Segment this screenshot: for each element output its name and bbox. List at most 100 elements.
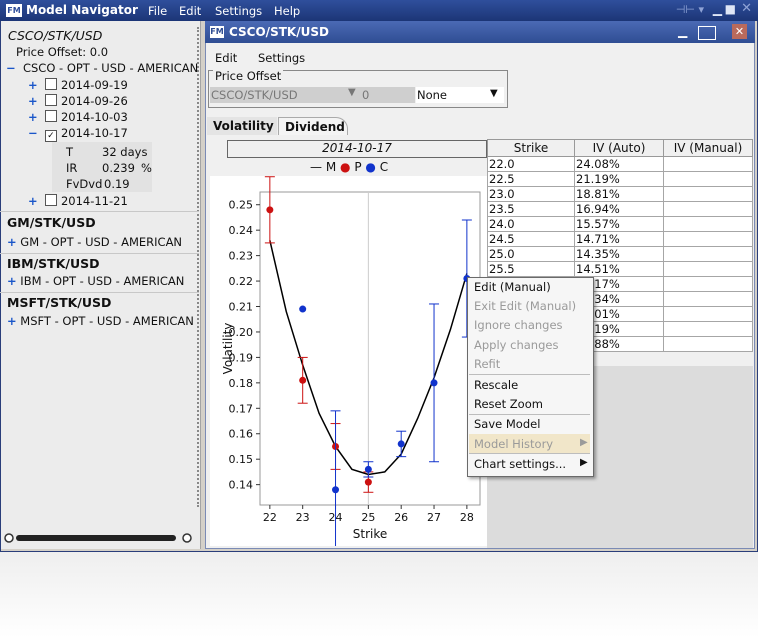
maximize-icon[interactable]: ■ bbox=[725, 2, 736, 16]
inner-menu-edit[interactable]: Edit bbox=[215, 51, 237, 65]
cell-strike[interactable]: 23.0 bbox=[487, 186, 575, 202]
volatility-chart[interactable]: 0.140.150.160.170.180.190.200.210.220.23… bbox=[210, 176, 488, 546]
menu-item-rescale[interactable]: Rescale bbox=[474, 378, 518, 392]
cell-iv-manual[interactable] bbox=[663, 306, 753, 322]
menu-settings[interactable]: Settings bbox=[215, 4, 262, 18]
expiry-row-selected[interactable]: − ✓ 2014-10-17 bbox=[0, 126, 227, 142]
data-point-c[interactable] bbox=[397, 440, 405, 448]
cell-iv-auto[interactable]: 18.81% bbox=[574, 186, 664, 202]
tab-dividend[interactable]: Dividend bbox=[278, 117, 348, 135]
close-icon[interactable]: ✕ bbox=[732, 24, 747, 39]
cell-iv-auto[interactable]: 16.94% bbox=[574, 201, 664, 217]
cell-strike[interactable]: 22.0 bbox=[487, 156, 575, 172]
close-icon[interactable]: ✕ bbox=[741, 1, 752, 16]
data-point-p[interactable] bbox=[266, 206, 274, 214]
group-title-gm[interactable]: GM/STK/USD bbox=[0, 215, 206, 231]
cell-iv-auto[interactable]: 14.51% bbox=[574, 261, 664, 277]
cell-strike[interactable]: 24.5 bbox=[487, 231, 575, 247]
cell-iv-auto[interactable]: 15.57% bbox=[574, 216, 664, 232]
menu-item-edit-manual[interactable]: Edit (Manual) bbox=[474, 280, 551, 294]
dropdown-arrow-icon[interactable]: ▼ bbox=[490, 88, 498, 99]
cell-strike[interactable]: 25.5 bbox=[487, 261, 575, 277]
table-row[interactable]: 25.5 14.51% bbox=[487, 261, 753, 277]
maximize-icon[interactable] bbox=[698, 26, 716, 40]
cell-iv-manual[interactable] bbox=[663, 231, 753, 247]
cell-iv-manual[interactable] bbox=[663, 336, 753, 352]
none-select[interactable]: None ▼ bbox=[416, 87, 504, 103]
collapse-icon[interactable]: − bbox=[28, 126, 38, 140]
data-point-p[interactable] bbox=[299, 376, 307, 384]
expand-icon[interactable]: + bbox=[7, 314, 17, 328]
horizontal-scrollbar[interactable] bbox=[4, 533, 192, 543]
model-row-gm[interactable]: + GM - OPT - USD - AMERICAN bbox=[0, 235, 206, 251]
pin-icon[interactable]: ⊣⊢ ▾ bbox=[676, 3, 704, 16]
cell-iv-manual[interactable] bbox=[663, 321, 753, 337]
cell-iv-auto[interactable]: 14.35% bbox=[574, 246, 664, 262]
expand-icon[interactable]: + bbox=[28, 194, 38, 208]
expand-icon[interactable]: + bbox=[28, 78, 38, 92]
data-point-c[interactable] bbox=[430, 379, 438, 387]
expand-icon[interactable]: + bbox=[28, 110, 38, 124]
table-row[interactable]: 22.5 21.19% bbox=[487, 171, 753, 187]
cell-iv-manual[interactable] bbox=[663, 186, 753, 202]
table-row[interactable]: 25.0 14.35% bbox=[487, 246, 753, 262]
cell-strike[interactable]: 22.5 bbox=[487, 171, 575, 187]
expiry-checkbox[interactable] bbox=[44, 110, 57, 122]
cell-iv-manual[interactable] bbox=[663, 156, 753, 172]
cell-iv-auto[interactable]: 24.08% bbox=[574, 156, 664, 172]
data-point-c[interactable] bbox=[364, 465, 372, 473]
cell-iv-manual[interactable] bbox=[663, 216, 753, 232]
scroll-right-icon[interactable] bbox=[182, 533, 192, 543]
expiry-row[interactable]: + 2014-11-21 bbox=[0, 194, 227, 210]
col-strike[interactable]: Strike bbox=[487, 139, 575, 157]
menu-item-exit-edit[interactable]: Exit Edit (Manual) bbox=[474, 299, 576, 313]
menu-item-refit[interactable]: Refit bbox=[474, 357, 500, 371]
cell-iv-manual[interactable] bbox=[663, 261, 753, 277]
expiry-row[interactable]: + 2014-09-26 bbox=[0, 94, 227, 110]
expiry-checkbox[interactable] bbox=[44, 78, 57, 90]
table-row[interactable]: 24.0 15.57% bbox=[487, 216, 753, 232]
scroll-thumb[interactable] bbox=[16, 535, 176, 541]
model-row-msft[interactable]: + MSFT - OPT - USD - AMERICAN bbox=[0, 314, 206, 330]
col-iv-manual[interactable]: IV (Manual) bbox=[663, 139, 753, 157]
expand-icon[interactable]: + bbox=[7, 235, 17, 249]
group-title-msft[interactable]: MSFT/STK/USD bbox=[0, 295, 206, 311]
menu-item-ignore-changes[interactable]: Ignore changes bbox=[474, 318, 563, 332]
table-row[interactable]: 22.0 24.08% bbox=[487, 156, 753, 172]
expand-icon[interactable]: + bbox=[28, 94, 38, 108]
model-row-csco[interactable]: − CSCO - OPT - USD - AMERICAN bbox=[0, 61, 205, 77]
cell-iv-manual[interactable] bbox=[663, 171, 753, 187]
menu-edit[interactable]: Edit bbox=[179, 4, 201, 18]
model-row-ibm[interactable]: + IBM - OPT - USD - AMERICAN bbox=[0, 274, 206, 290]
menu-file[interactable]: File bbox=[148, 4, 167, 18]
expiry-checkbox[interactable] bbox=[44, 194, 57, 206]
cell-iv-manual[interactable] bbox=[663, 276, 753, 292]
inner-menu-settings[interactable]: Settings bbox=[258, 51, 305, 65]
menu-item-model-history[interactable]: Model History bbox=[474, 437, 553, 451]
table-row[interactable]: 23.0 18.81% bbox=[487, 186, 753, 202]
expiry-row[interactable]: + 2014-10-03 bbox=[0, 110, 227, 126]
scroll-left-icon[interactable] bbox=[4, 533, 14, 543]
cell-iv-manual[interactable] bbox=[663, 291, 753, 307]
menu-help[interactable]: Help bbox=[274, 4, 300, 18]
data-point-c[interactable] bbox=[299, 305, 307, 313]
menu-item-chart-settings[interactable]: Chart settings... bbox=[474, 457, 566, 471]
group-title-ibm[interactable]: IBM/STK/USD bbox=[0, 256, 206, 272]
table-row[interactable]: 23.5 16.94% bbox=[487, 201, 753, 217]
expiry-checkbox-checked[interactable]: ✓ bbox=[44, 130, 57, 142]
cell-iv-auto[interactable]: 14.71% bbox=[574, 231, 664, 247]
expiry-checkbox[interactable] bbox=[44, 94, 57, 106]
col-iv-auto[interactable]: IV (Auto) bbox=[574, 139, 664, 157]
expand-icon[interactable]: + bbox=[7, 274, 17, 288]
menu-item-save-model[interactable]: Save Model bbox=[474, 417, 540, 431]
current-symbol[interactable]: CSCO/STK/USD bbox=[0, 28, 207, 44]
cell-strike[interactable]: 24.0 bbox=[487, 216, 575, 232]
cell-iv-auto[interactable]: 21.19% bbox=[574, 171, 664, 187]
symbol-combo[interactable]: CSCO/STK/USD ▼ 0 bbox=[210, 87, 415, 103]
cell-strike[interactable]: 23.5 bbox=[487, 201, 575, 217]
cell-iv-manual[interactable] bbox=[663, 246, 753, 262]
ir-value[interactable]: 0.239 bbox=[102, 161, 135, 175]
minimize-icon[interactable]: ▁ bbox=[713, 2, 722, 16]
dropdown-arrow-icon[interactable]: ▼ bbox=[348, 87, 356, 98]
table-row[interactable]: 24.5 14.71% bbox=[487, 231, 753, 247]
